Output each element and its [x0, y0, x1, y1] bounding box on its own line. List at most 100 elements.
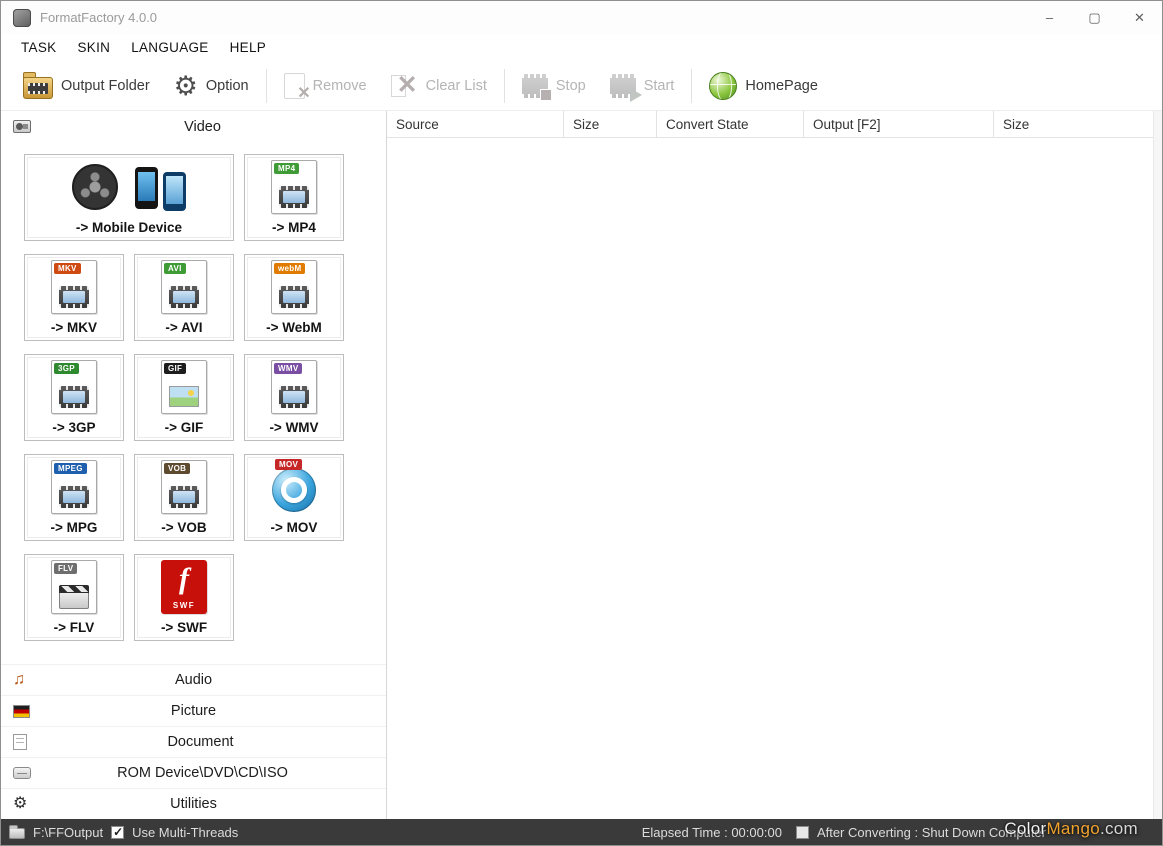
colormango-watermark: ColorMango.com [1004, 819, 1138, 839]
clear-list-button[interactable]: ✕ Clear List [379, 69, 499, 103]
mp4-file-icon: MP4 [271, 160, 317, 214]
format-label: -> SWF [161, 620, 207, 635]
format-label: -> Mobile Device [76, 220, 182, 235]
task-table-header: Source Size Convert State Output [F2] Si… [387, 111, 1162, 138]
homepage-button[interactable]: HomePage [697, 68, 830, 104]
task-list-panel: Source Size Convert State Output [F2] Si… [387, 111, 1162, 819]
check-icon: ✓ [113, 825, 123, 839]
menu-help[interactable]: HELP [228, 38, 268, 57]
vob-file-icon: VOB [161, 460, 207, 514]
video-icon [13, 120, 31, 133]
sidebar-item-video[interactable]: Video [1, 111, 386, 142]
gif-file-icon: GIF [161, 360, 207, 414]
wmv-badge: WMV [274, 363, 302, 374]
disc-drive-icon [13, 767, 31, 779]
format-card-avi[interactable]: AVI -> AVI [134, 254, 234, 341]
rom-category-label: ROM Device\DVD\CD\ISO [19, 765, 386, 781]
stop-button[interactable]: Stop [510, 70, 598, 102]
format-card-3gp[interactable]: 3GP -> 3GP [24, 354, 124, 441]
video-format-grid: -> Mobile Device MP4 -> MP4 MKV -> MKV A… [1, 142, 386, 664]
vertical-scrollbar[interactable] [1153, 111, 1162, 819]
remove-page-icon: ✕ [284, 73, 305, 99]
format-label: -> MP4 [272, 220, 316, 235]
sidebar-item-document[interactable]: Document [1, 726, 386, 757]
format-card-mov[interactable]: MOV -> MOV [244, 454, 344, 541]
column-header-convert-state[interactable]: Convert State [657, 111, 804, 137]
minimize-button[interactable]: – [1027, 1, 1072, 34]
use-multi-threads-checkbox[interactable]: ✓ [111, 826, 124, 839]
app-window: FormatFactory 4.0.0 – ▢ ✕ TASK SKIN LANG… [0, 0, 1163, 846]
column-header-size-2[interactable]: Size [994, 111, 1156, 137]
format-card-webm[interactable]: webM -> WebM [244, 254, 344, 341]
gear-icon: ⚙ [174, 72, 198, 100]
task-table-body[interactable] [387, 138, 1162, 819]
utilities-gear-icon: ⚙ [13, 796, 27, 812]
toolbar-separator [691, 69, 692, 103]
start-button[interactable]: Start [598, 70, 687, 102]
avi-badge: AVI [164, 263, 186, 274]
red-x-icon: ✕ [397, 71, 418, 99]
mpeg-badge: MPEG [54, 463, 87, 474]
avi-file-icon: AVI [161, 260, 207, 314]
option-label: Option [206, 78, 249, 94]
maximize-button[interactable]: ▢ [1072, 1, 1117, 34]
sidebar-item-audio[interactable]: ♫ Audio [1, 664, 386, 695]
column-header-size[interactable]: Size [564, 111, 657, 137]
wmv-file-icon: WMV [271, 360, 317, 414]
use-multi-threads-label[interactable]: Use Multi-Threads [132, 825, 238, 840]
sidebar-item-rom-device[interactable]: ROM Device\DVD\CD\ISO [1, 757, 386, 788]
stop-icon [522, 74, 548, 98]
picture-icon [13, 705, 30, 718]
audio-note-icon: ♫ [13, 672, 25, 688]
column-header-output[interactable]: Output [F2] [804, 111, 994, 137]
format-label: -> MOV [271, 520, 318, 535]
option-button[interactable]: ⚙ Option [162, 68, 261, 104]
format-card-vob[interactable]: VOB -> VOB [134, 454, 234, 541]
format-card-swf[interactable]: fSWF -> SWF [134, 554, 234, 641]
flv-badge: FLV [54, 563, 77, 574]
watermark-mango: Mango [1046, 819, 1099, 838]
status-bar: F:\FFOutput ✓ Use Multi-Threads Elapsed … [1, 819, 1162, 845]
start-icon [610, 74, 636, 98]
output-path-folder-icon[interactable] [9, 828, 25, 839]
close-button[interactable]: ✕ [1117, 1, 1162, 34]
remove-button[interactable]: ✕ Remove [272, 69, 379, 103]
format-card-gif[interactable]: GIF -> GIF [134, 354, 234, 441]
mkv-file-icon: MKV [51, 260, 97, 314]
start-label: Start [644, 78, 675, 94]
mobile-device-icon [64, 159, 194, 215]
menu-bar: TASK SKIN LANGUAGE HELP [1, 34, 1162, 61]
mov-badge: MOV [275, 459, 302, 470]
format-label: -> 3GP [52, 420, 95, 435]
menu-language[interactable]: LANGUAGE [129, 38, 210, 57]
column-header-source[interactable]: Source [387, 111, 564, 137]
format-card-mkv[interactable]: MKV -> MKV [24, 254, 124, 341]
format-card-flv[interactable]: FLV -> FLV [24, 554, 124, 641]
sidebar-item-picture[interactable]: Picture [1, 695, 386, 726]
menu-task[interactable]: TASK [19, 38, 58, 57]
mpg-file-icon: MPEG [51, 460, 97, 514]
folder-icon [23, 77, 53, 99]
format-card-wmv[interactable]: WMV -> WMV [244, 354, 344, 441]
elapsed-time: Elapsed Time : 00:00:00 [642, 825, 782, 840]
category-sidebar: Video -> Mobile Device MP4 -> MP4 MKV ->… [1, 111, 387, 819]
clear-list-label: Clear List [426, 78, 487, 94]
format-card-mpg[interactable]: MPEG -> MPG [24, 454, 124, 541]
format-label: -> VOB [161, 520, 206, 535]
sidebar-item-utilities[interactable]: ⚙ Utilities [1, 788, 386, 819]
document-icon [13, 734, 27, 750]
menu-skin[interactable]: SKIN [75, 38, 112, 57]
output-path[interactable]: F:\FFOutput [33, 825, 103, 840]
window-title: FormatFactory 4.0.0 [40, 10, 157, 25]
flash-f-glyph: f [161, 562, 207, 596]
output-folder-button[interactable]: Output Folder [11, 68, 162, 103]
utilities-category-label: Utilities [1, 796, 386, 812]
app-icon [13, 9, 31, 27]
vob-badge: VOB [164, 463, 190, 474]
format-label: -> AVI [165, 320, 202, 335]
red-x-icon: ✕ [297, 83, 310, 103]
format-card-mobile-device[interactable]: -> Mobile Device [24, 154, 234, 241]
format-label: -> WMV [269, 420, 318, 435]
format-card-mp4[interactable]: MP4 -> MP4 [244, 154, 344, 241]
after-converting-checkbox[interactable] [796, 826, 809, 839]
